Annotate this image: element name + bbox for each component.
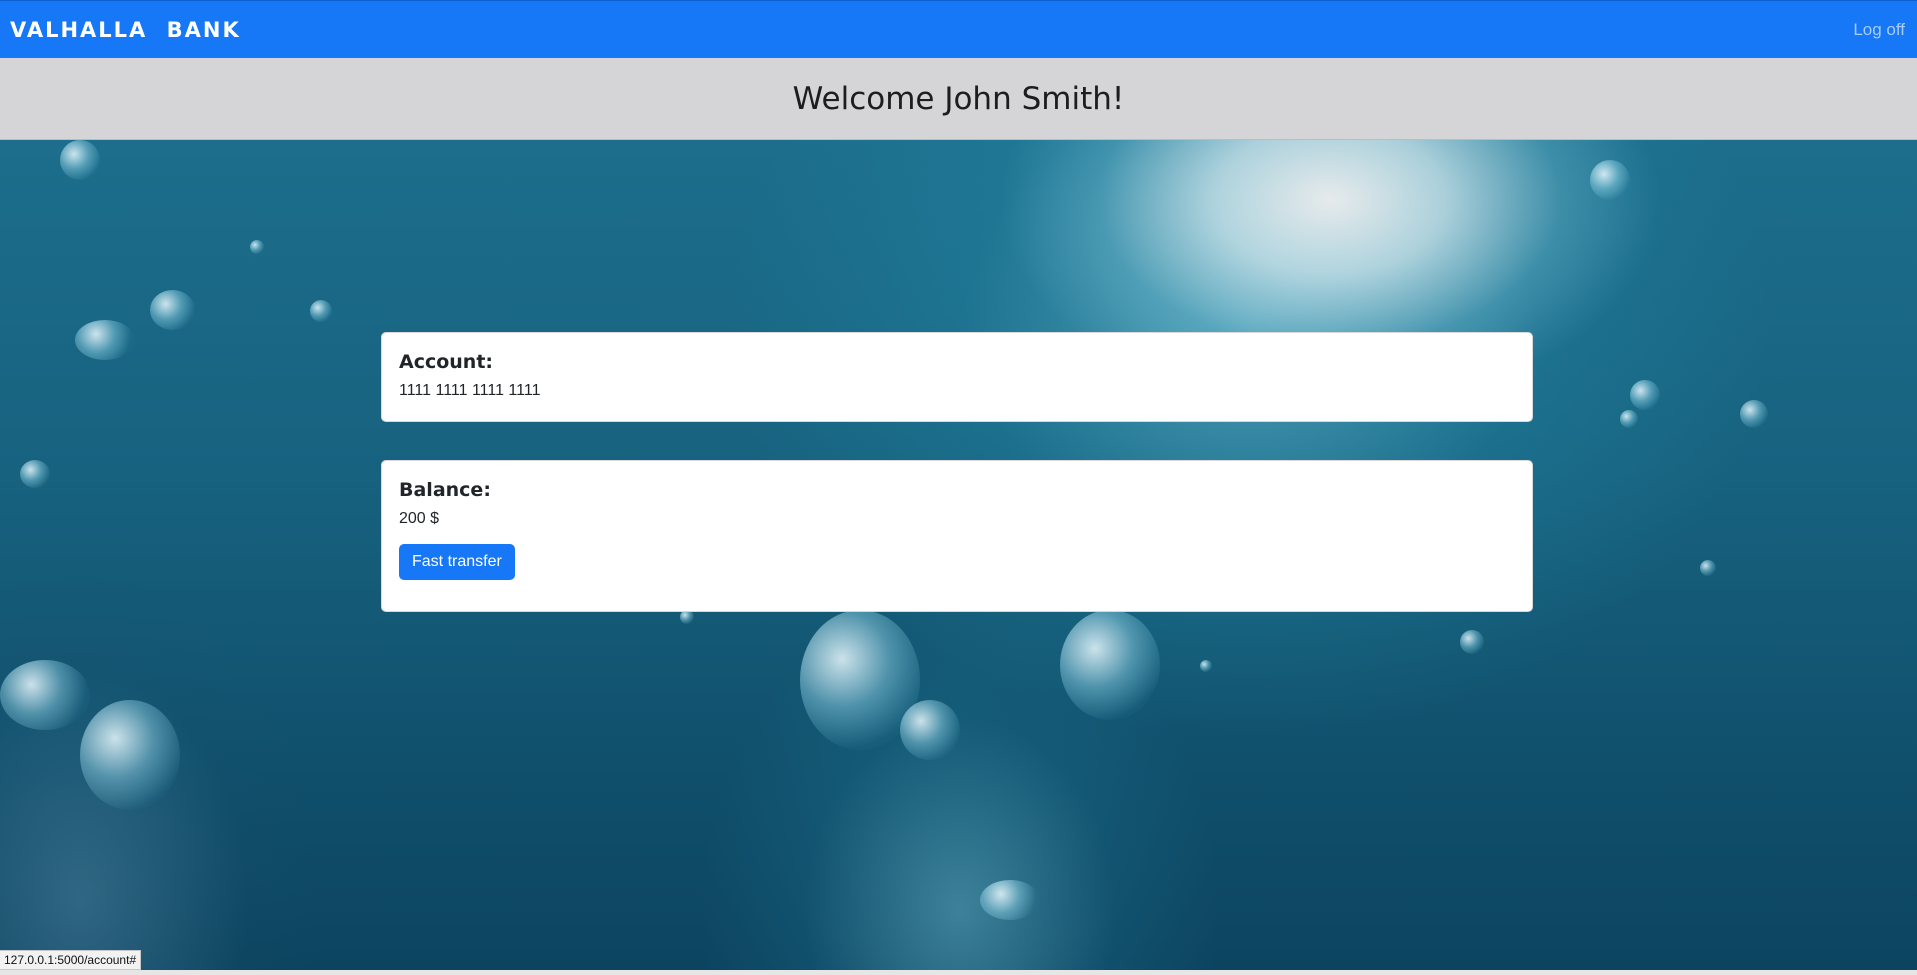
logoff-link[interactable]: Log off [1853, 20, 1905, 40]
balance-title: Balance: [399, 479, 491, 501]
account-card: Account: 1111 1111 1111 1111 [381, 332, 1533, 422]
balance-amount: 200 $ [399, 510, 440, 527]
status-bar-url: 127.0.0.1:5000/account# [0, 950, 142, 970]
fast-transfer-button[interactable]: Fast transfer [399, 544, 515, 580]
welcome-banner: Welcome John Smith! [0, 58, 1917, 140]
balance-card: Balance: 200 $ Fast transfer [381, 460, 1533, 612]
brand-logo[interactable]: VALHALLA BANK [10, 18, 241, 42]
top-navbar: VALHALLA BANK Log off [0, 0, 1917, 58]
horizontal-scrollbar[interactable] [0, 970, 1917, 975]
account-title: Account: [399, 351, 494, 373]
account-number: 1111 1111 1111 1111 [399, 382, 541, 399]
welcome-heading: Welcome John Smith! [792, 80, 1125, 117]
